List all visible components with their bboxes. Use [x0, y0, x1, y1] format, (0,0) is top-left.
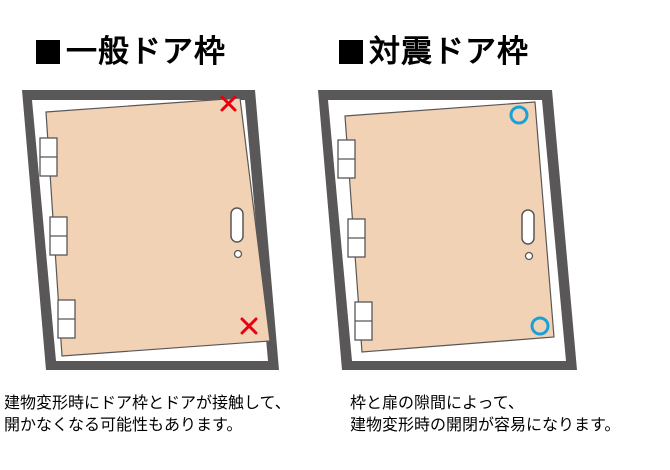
title-square-icon	[339, 40, 363, 64]
keyhole-icon	[233, 249, 243, 259]
general-frame-panel: 一般ドア枠 建物変形時にドア枠とドアが接触して、 開かなくなる可能性もあります。	[0, 0, 335, 470]
caption-line: 開かなくなる可能性もあります。	[4, 415, 243, 434]
door-handle-icon	[230, 207, 244, 243]
seismic-frame-panel: 対震ドア枠 枠と扉の隙間によって、 建物変形時の開閉が容易になります。	[318, 0, 670, 470]
general-frame-title: 一般ドア枠	[36, 26, 226, 71]
seismic-frame-caption: 枠と扉の隙間によって、 建物変形時の開閉が容易になります。	[350, 392, 620, 436]
general-frame-caption: 建物変形時にドア枠とドアが接触して、 開かなくなる可能性もあります。	[4, 392, 291, 436]
caption-line: 建物変形時にドア枠とドアが接触して、	[4, 393, 291, 412]
title-square-icon	[36, 40, 60, 64]
general-frame-title-text: 一般ドア枠	[66, 34, 226, 70]
keyhole-icon	[524, 251, 534, 261]
seismic-frame-title-text: 対震ドア枠	[369, 34, 529, 70]
seismic-frame-title: 対震ドア枠	[339, 26, 529, 71]
general-frame-diagram	[22, 90, 279, 370]
seismic-frame-diagram	[318, 90, 577, 370]
caption-line: 建物変形時の開閉が容易になります。	[350, 415, 621, 434]
door-handle-icon	[521, 209, 535, 245]
caption-line: 枠と扉の隙間によって、	[350, 393, 524, 412]
